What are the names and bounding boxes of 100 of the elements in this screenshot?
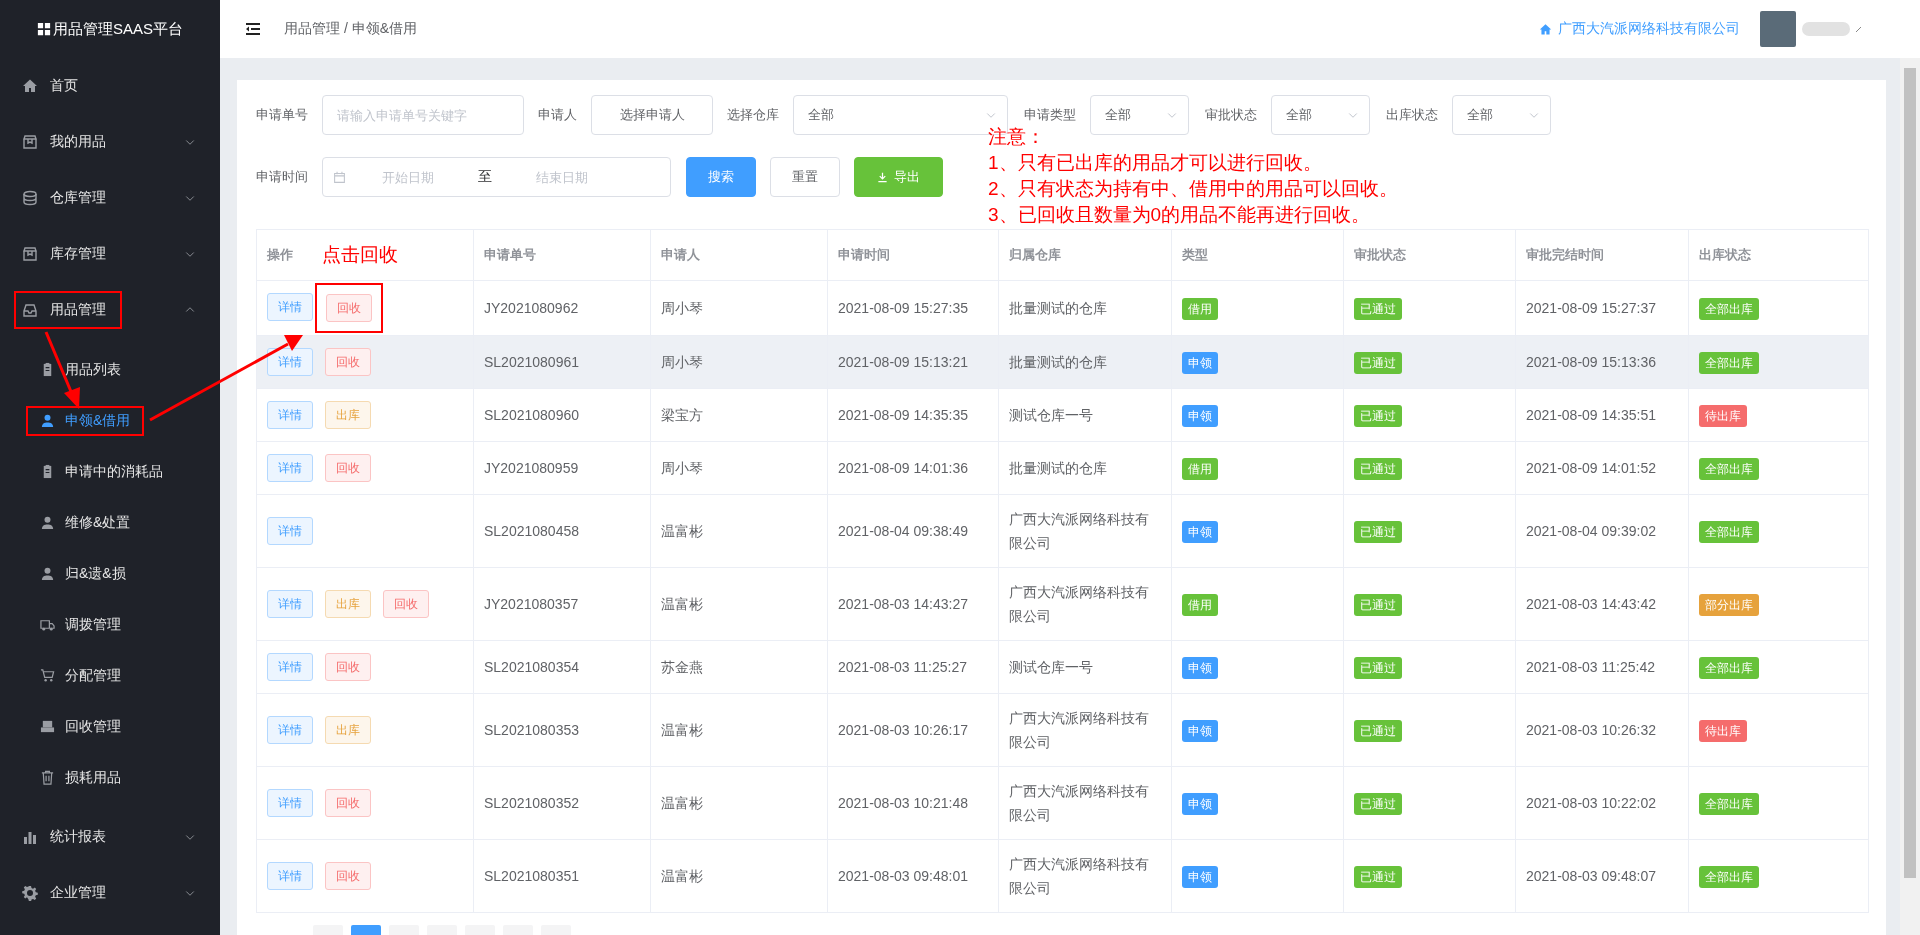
field-label: 申请单号 (256, 106, 308, 124)
table-cell: 温富彬 (650, 839, 828, 913)
tray-icon (40, 719, 55, 734)
bar-chart-icon (22, 829, 38, 845)
table-cell: 2021-08-09 14:35:35 (827, 388, 999, 442)
select-field[interactable]: 全部 (1090, 95, 1189, 135)
submenu-item[interactable]: 维修&处置 (0, 497, 220, 548)
nav-item[interactable]: 用品管理 (0, 282, 220, 338)
table-cell: 广西大汽派网络科技有限公司 (998, 693, 1172, 767)
database-icon (22, 190, 38, 206)
date-range-field[interactable]: 开始日期 至 结束日期 (322, 157, 671, 197)
input-field[interactable]: 请输入申请单号关键字 (322, 95, 524, 135)
table-cell: 2021-08-04 09:38:49 (827, 494, 999, 568)
table-cell: 苏金燕 (650, 640, 828, 694)
scrollbar-thumb[interactable] (1904, 68, 1916, 878)
status-tag: 借用 (1182, 458, 1218, 480)
home-icon (1539, 22, 1552, 36)
inbox-icon (22, 302, 38, 318)
submenu-item[interactable]: 损耗用品 (0, 752, 220, 803)
status-tag: 待出库 (1699, 720, 1747, 742)
table-cell: SL2021080351 (473, 839, 651, 913)
column-header: 审批完结时间 (1515, 229, 1689, 281)
submenu-item[interactable]: 用品列表 (0, 344, 220, 395)
settings-icon (22, 885, 38, 901)
table-cell: 2021-08-09 15:13:21 (827, 335, 999, 389)
page-button[interactable] (351, 925, 381, 935)
status-tag: 已通过 (1354, 352, 1402, 374)
nav-item[interactable]: 企业管理 (0, 865, 220, 921)
table-cell: 周小琴 (650, 280, 828, 336)
status-tag: 已通过 (1354, 521, 1402, 543)
column-header: 审批状态 (1343, 229, 1516, 281)
status-tag: 全部出库 (1699, 298, 1759, 320)
nav-item[interactable]: 我的用品 (0, 114, 220, 170)
select-field[interactable]: 全部 (1452, 95, 1551, 135)
blurred-name (1802, 22, 1850, 36)
column-header: 类型 (1171, 229, 1344, 281)
reset-button[interactable]: 重置 (770, 157, 840, 197)
table-cell: 2021-08-09 14:01:36 (827, 441, 999, 495)
field-label: 选择仓库 (727, 106, 779, 124)
status-tag: 已通过 (1354, 720, 1402, 742)
status-tag: 申领 (1182, 657, 1218, 679)
nav-item[interactable]: 仓库管理 (0, 170, 220, 226)
nav-item[interactable]: 首页 (0, 58, 220, 114)
scrollbar[interactable] (1900, 58, 1920, 935)
box-icon (22, 246, 38, 262)
table-cell: 2021-08-03 11:25:42 (1515, 640, 1689, 694)
user-icon (40, 566, 55, 581)
column-header: 归属仓库 (998, 229, 1172, 281)
grid-icon (37, 22, 51, 36)
submenu-item[interactable]: 申请中的消耗品 (0, 446, 220, 497)
nav-item[interactable]: 库存管理 (0, 226, 220, 282)
select-field[interactable]: 全部 (1271, 95, 1370, 135)
table-cell: SL2021080354 (473, 640, 651, 694)
status-tag: 部分出库 (1699, 594, 1759, 616)
status-tag: 已通过 (1354, 866, 1402, 888)
status-tag: 全部出库 (1699, 458, 1759, 480)
home-icon (22, 78, 38, 94)
submenu-item[interactable]: 归&遗&损 (0, 548, 220, 599)
status-tag: 申领 (1182, 720, 1218, 742)
status-tag: 借用 (1182, 594, 1218, 616)
status-tag: 全部出库 (1699, 657, 1759, 679)
table-cell: 2021-08-09 15:27:35 (827, 280, 999, 336)
table-cell: 广西大汽派网络科技有限公司 (998, 494, 1172, 568)
submenu-item[interactable]: 调拨管理 (0, 599, 220, 650)
picker-button[interactable]: 选择申请人 (591, 95, 713, 135)
table-cell: 温富彬 (650, 567, 828, 641)
table-cell: 测试仓库一号 (998, 640, 1172, 694)
status-tag: 已通过 (1354, 458, 1402, 480)
status-tag: 申领 (1182, 866, 1218, 888)
table-cell: 2021-08-03 10:22:02 (1515, 766, 1689, 840)
annotation-note: 2、只有状态为持有中、借用中的用品可以回收。 (988, 177, 1398, 201)
table-cell: SL2021080352 (473, 766, 651, 840)
submenu-item[interactable]: 回收管理 (0, 701, 220, 752)
table-cell: 2021-08-03 10:26:32 (1515, 693, 1689, 767)
column-header: 申请人 (650, 229, 828, 281)
avatar[interactable] (1760, 11, 1796, 47)
table-cell: 2021-08-09 15:13:36 (1515, 335, 1689, 389)
submenu-item[interactable]: 分配管理 (0, 650, 220, 701)
breadcrumb: 用品管理 / 申领&借用 (284, 20, 417, 38)
table-cell: SL2021080961 (473, 335, 651, 389)
box-icon (22, 134, 38, 150)
status-tag: 已通过 (1354, 298, 1402, 320)
highlight-frame: 用品管理 (14, 291, 122, 329)
status-tag: 申领 (1182, 405, 1218, 427)
submenu-item[interactable]: 申领&借用 (0, 395, 220, 446)
status-tag: 申领 (1182, 793, 1218, 815)
table-cell: 周小琴 (650, 335, 828, 389)
nav-item[interactable]: 统计报表 (0, 809, 220, 865)
table-cell: SL2021080458 (473, 494, 651, 568)
column-header: 出库状态 (1688, 229, 1869, 281)
table-cell: 2021-08-03 11:25:27 (827, 640, 999, 694)
table-cell: 温富彬 (650, 494, 828, 568)
table-cell: 2021-08-04 09:39:02 (1515, 494, 1689, 568)
status-tag: 已通过 (1354, 594, 1402, 616)
field-label: 申请人 (538, 106, 577, 124)
highlight-frame: 申领&借用 (26, 405, 145, 436)
user-icon (40, 515, 55, 530)
cart-icon (40, 668, 55, 683)
column-header: 申请时间 (827, 229, 999, 281)
annotation-note: 3、已回收且数量为0的用品不能再进行回收。 (988, 203, 1372, 227)
